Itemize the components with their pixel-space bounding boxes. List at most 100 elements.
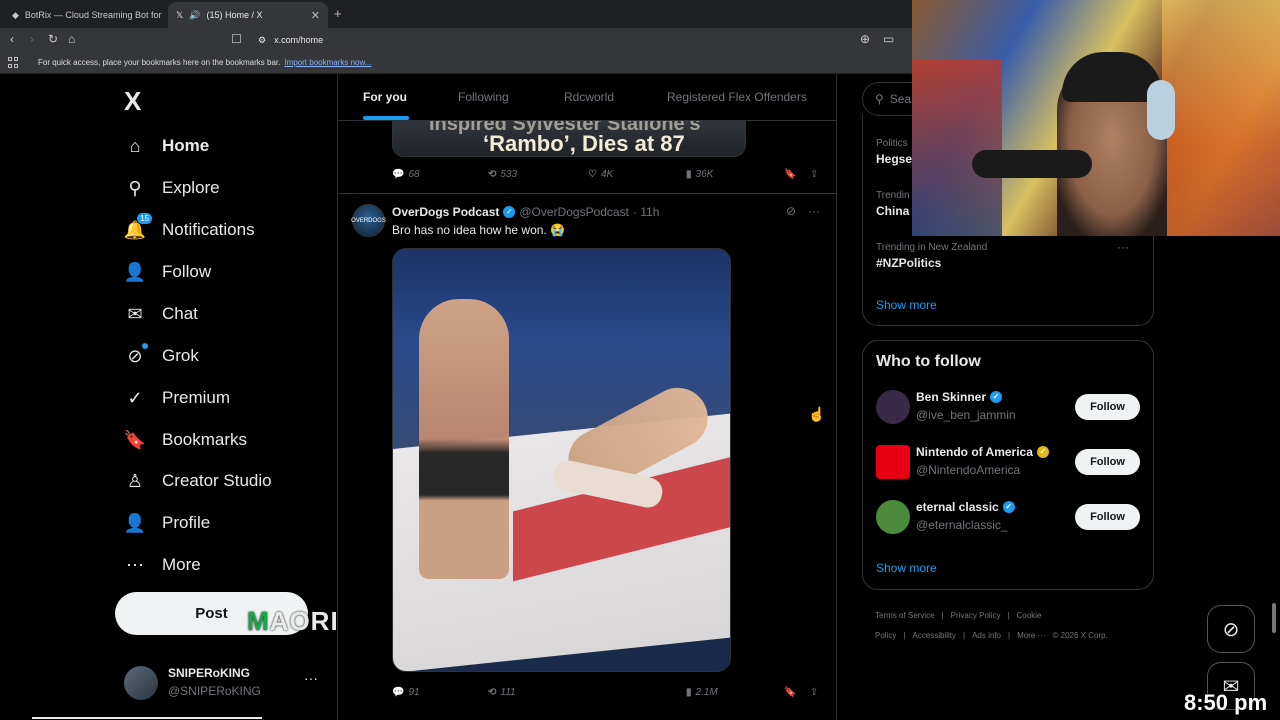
nav-item-profile[interactable]: 👤 Profile bbox=[124, 507, 210, 539]
suggestion-handle: @ive_ben_jammin bbox=[916, 408, 1016, 422]
nav-item-follow[interactable]: 👤 Follow bbox=[124, 256, 211, 288]
tweet-time[interactable]: · 11h bbox=[633, 205, 659, 219]
previous-tweet-actions: 💬 68 ⟲ 533 ♡ 4K ▮ 36K 🔖 ⇪ bbox=[392, 166, 822, 186]
trend-title: China bbox=[876, 204, 910, 218]
footer-separator: | bbox=[1007, 631, 1011, 640]
url-text: x.com/home bbox=[274, 35, 324, 45]
reply-button[interactable]: 💬 68 bbox=[392, 169, 420, 180]
avatar[interactable]: OVERDOGS bbox=[351, 204, 386, 237]
repost-icon: ⟲ bbox=[488, 687, 497, 698]
avatar bbox=[876, 445, 910, 479]
bookmark-button[interactable]: 🔖 bbox=[784, 169, 796, 180]
nav-item-label: Bookmarks bbox=[162, 430, 248, 449]
webcam-overlay bbox=[912, 0, 1280, 236]
forward-icon[interactable]: › bbox=[30, 32, 34, 46]
nav-item-home[interactable]: ⌂ Home bbox=[124, 130, 210, 162]
search-icon: ⚲ bbox=[128, 177, 142, 198]
reply-button[interactable]: 💬 91 bbox=[392, 687, 420, 698]
footer-link[interactable]: Accessibility bbox=[912, 631, 956, 640]
follow-suggestion[interactable]: Ben Skinner ✓ @ive_ben_jammin Follow bbox=[876, 388, 1142, 428]
more-icon[interactable]: ··· bbox=[808, 204, 820, 218]
nav-item-more[interactable]: ⋯ More bbox=[124, 549, 201, 581]
nav-item-explore[interactable]: ⚲ Explore bbox=[124, 172, 219, 204]
repost-button[interactable]: ⟲ 111 bbox=[488, 687, 516, 698]
footer-link[interactable]: Terms of Service bbox=[875, 611, 935, 620]
close-tab-icon[interactable]: ✕ bbox=[311, 9, 320, 22]
follow-suggestion[interactable]: eternal classic ✓ @eternalclassic_ Follow bbox=[876, 498, 1142, 538]
site-info-icon[interactable]: ⚙ bbox=[258, 35, 266, 46]
footer-link[interactable]: © 2026 X Corp. bbox=[1053, 631, 1108, 640]
heart-icon: ♡ bbox=[588, 169, 597, 180]
pointer-cursor-icon: ☝ bbox=[808, 406, 826, 422]
who-to-follow-show-more-link[interactable]: Show more bbox=[876, 561, 937, 575]
reload-icon[interactable]: ↻ bbox=[48, 32, 58, 46]
like-button[interactable]: ♡ 4K bbox=[588, 169, 613, 180]
tweet-video[interactable] bbox=[392, 248, 731, 672]
author-handle[interactable]: @OverDogsPodcast bbox=[519, 205, 629, 219]
author-name[interactable]: OverDogs Podcast bbox=[392, 205, 499, 219]
x-logo-icon[interactable]: X bbox=[124, 86, 141, 117]
tab-for-you[interactable]: For you bbox=[363, 90, 407, 104]
follow-button[interactable]: Follow bbox=[1075, 504, 1140, 530]
nav-item-grok[interactable]: ⊘ Grok bbox=[124, 340, 199, 372]
share-icon[interactable]: ⇪ bbox=[810, 169, 818, 180]
new-tab-button[interactable]: + bbox=[334, 6, 342, 21]
scrollbar[interactable] bbox=[1272, 603, 1276, 633]
trend-item[interactable]: Trending in New Zealand #NZPolitics bbox=[876, 242, 987, 270]
video-fighter-standing bbox=[419, 299, 509, 579]
tab-rdcworld[interactable]: Rdcworld bbox=[564, 90, 614, 104]
active-tab-indicator bbox=[363, 116, 409, 120]
views-button[interactable]: ▮ 36K bbox=[686, 169, 713, 180]
maori-watermark-logo: MAORI bbox=[247, 606, 339, 637]
more-icon[interactable]: ··· bbox=[304, 670, 318, 686]
suggestion-name-row: Nintendo of America ✓ bbox=[916, 445, 1049, 459]
back-icon[interactable]: ‹ bbox=[10, 32, 14, 46]
apps-icon[interactable] bbox=[8, 57, 19, 68]
tab-following[interactable]: Following bbox=[458, 90, 509, 104]
verified-badge-icon: ✓ bbox=[1002, 501, 1015, 513]
anime-poster-left bbox=[912, 60, 1002, 236]
trend-item[interactable]: Trendin China bbox=[876, 190, 910, 218]
home-icon: ⌂ bbox=[129, 135, 141, 156]
browser-tab-x-home[interactable]: 𝕏 🔊 (15) Home / X ✕ bbox=[168, 2, 328, 28]
anime-poster-right bbox=[1162, 0, 1280, 236]
follow-button[interactable]: Follow bbox=[1075, 449, 1140, 475]
nav-item-bookmarks[interactable]: 🔖 Bookmarks bbox=[124, 424, 247, 456]
footer-link[interactable]: Ads info bbox=[972, 631, 1001, 640]
account-switcher[interactable]: SNIPERoKING @SNIPERoKING ··· bbox=[124, 664, 324, 704]
views-button[interactable]: ▮ 2.1M bbox=[686, 687, 718, 698]
browser-tab-botrix[interactable]: ◆ BotRix — Cloud Streaming Bot for Tw bbox=[4, 2, 164, 28]
tweet-text: Bro has no idea how he won. 😭 bbox=[392, 223, 566, 237]
footer-link[interactable]: More ··· bbox=[1017, 631, 1045, 640]
bookmark-button[interactable]: 🔖 bbox=[784, 687, 796, 698]
previous-tweet-media[interactable]: Inspired Sylvester Stallone's ‘Rambo’, D… bbox=[392, 121, 746, 157]
share-icon[interactable]: ⇪ bbox=[810, 687, 818, 698]
nav-item-creator-studio[interactable]: ♙ Creator Studio bbox=[124, 465, 272, 497]
cast-icon[interactable]: ▭ bbox=[883, 32, 894, 46]
more-icon[interactable]: ··· bbox=[1117, 240, 1129, 254]
nav-item-chat[interactable]: ✉ Chat bbox=[124, 298, 197, 330]
url-field[interactable]: ⚙ x.com/home bbox=[250, 31, 910, 49]
grok-icon[interactable]: ⊘ bbox=[786, 204, 796, 218]
reply-count: 91 bbox=[408, 687, 420, 698]
footer-link[interactable]: Privacy Policy bbox=[951, 611, 1001, 620]
grok-icon: ⊘ bbox=[124, 343, 148, 367]
bookmark-star-icon[interactable]: ☐ bbox=[231, 32, 242, 46]
nav-item-notifications[interactable]: 🔔 15 Notifications bbox=[124, 213, 255, 246]
suggestion-handle: @eternalclassic_ bbox=[916, 518, 1008, 532]
follow-button[interactable]: Follow bbox=[1075, 394, 1140, 420]
trends-show-more-link[interactable]: Show more bbox=[876, 298, 937, 312]
import-bookmarks-link[interactable]: Import bookmarks now... bbox=[284, 58, 371, 67]
trend-item[interactable]: Politics Hegse bbox=[876, 138, 912, 166]
nav-item-label: Creator Studio bbox=[162, 471, 272, 490]
bookmarks-prompt: For quick access, place your bookmarks h… bbox=[38, 58, 281, 67]
home-page-icon[interactable]: ⌂ bbox=[68, 32, 75, 46]
nav-item-premium[interactable]: ✓ Premium bbox=[124, 382, 230, 414]
tab-registered-flex-offenders[interactable]: Registered Flex Offenders bbox=[667, 90, 807, 104]
grok-float-button[interactable]: ⊘ bbox=[1207, 605, 1255, 653]
repost-button[interactable]: ⟲ 533 bbox=[488, 169, 517, 180]
zoom-icon[interactable]: ⊕ bbox=[860, 32, 870, 46]
avatar bbox=[876, 390, 910, 424]
who-to-follow-panel: Who to follow Ben Skinner ✓ @ive_ben_jamm… bbox=[862, 340, 1154, 590]
follow-suggestion[interactable]: Nintendo of America ✓ @NintendoAmerica Fo… bbox=[876, 443, 1142, 483]
